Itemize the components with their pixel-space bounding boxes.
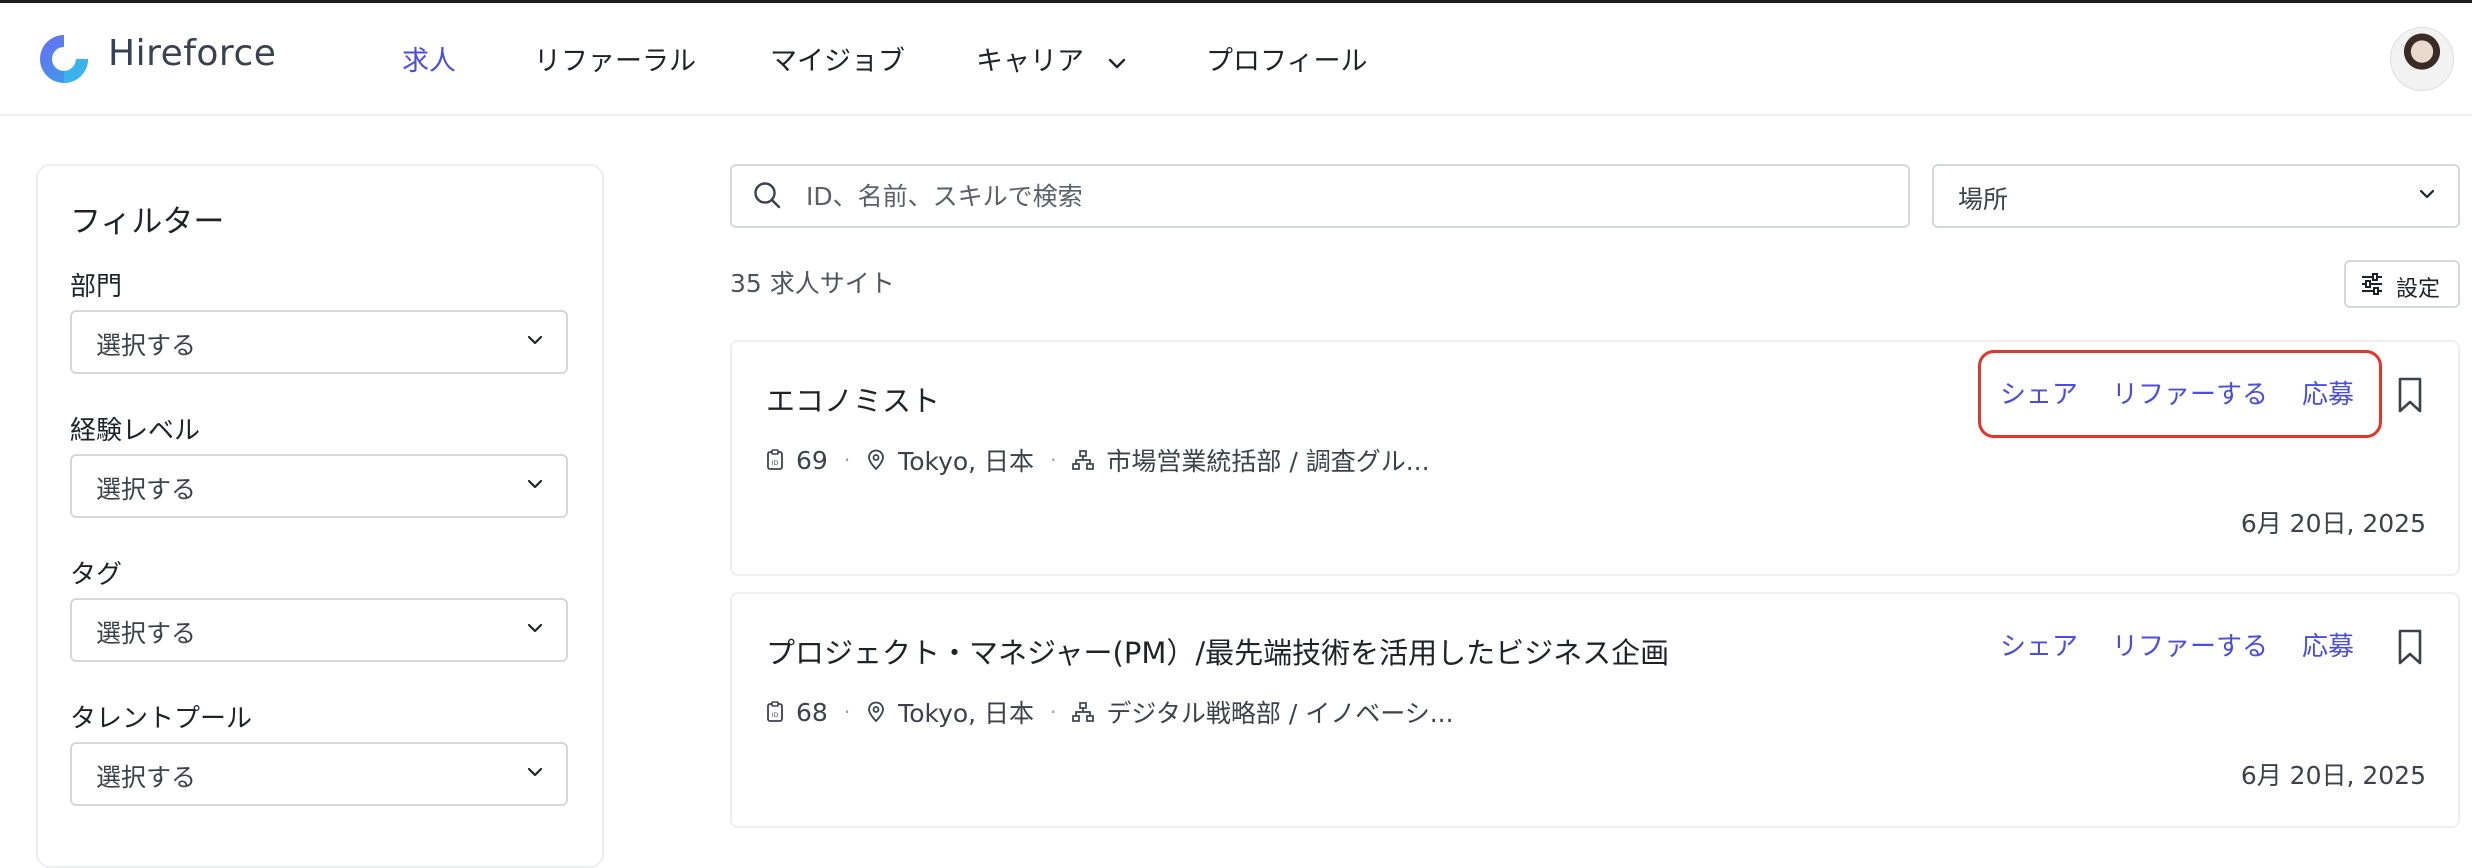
job-card[interactable]: エコノミスト ID 69 · Tokyo, 日本 · 市場営業統括部 / 調査グ… xyxy=(730,340,2460,576)
sliders-icon xyxy=(2362,273,2382,295)
location-select-value: 場所 xyxy=(1958,185,2009,214)
clipboard-id-icon: ID xyxy=(766,701,784,723)
chevron-down-icon xyxy=(527,767,543,777)
filter-label-talent-pool: タレントプール xyxy=(70,704,253,734)
job-location: Tokyo, 日本 xyxy=(898,699,1035,728)
nav-career-label: キャリア xyxy=(976,46,1084,77)
chevron-down-icon xyxy=(2419,189,2435,199)
apply-button[interactable]: 応募 xyxy=(2302,626,2354,670)
bookmark-icon[interactable] xyxy=(2396,376,2424,414)
nav-career[interactable]: キャリア xyxy=(976,39,1127,78)
clipboard-id-icon: ID xyxy=(766,449,784,471)
chevron-down-icon xyxy=(527,479,543,489)
talent-pool-select-value: 選択する xyxy=(96,763,197,792)
results-count: 35 求人サイト xyxy=(730,269,895,298)
settings-label: 設定 xyxy=(2396,277,2441,302)
hireforce-logo-icon xyxy=(40,35,88,83)
department-select-value: 選択する xyxy=(96,331,197,360)
job-meta: ID 68 · Tokyo, 日本 · デジタル戦略部 / イノベーシ... xyxy=(766,694,1454,730)
talent-pool-select[interactable]: 選択する xyxy=(70,742,568,806)
svg-text:ID: ID xyxy=(772,712,779,719)
share-button[interactable]: シェア xyxy=(2000,374,2078,418)
separator-dot: · xyxy=(843,700,851,724)
job-actions: シェア リファーする 応募 xyxy=(2000,374,2354,418)
separator-dot: · xyxy=(843,448,851,472)
job-posted-date: 6月 20日, 2025 xyxy=(2240,509,2426,538)
org-chart-icon xyxy=(1072,702,1095,722)
job-title[interactable]: エコノミスト xyxy=(766,378,940,420)
job-posted-date: 6月 20日, 2025 xyxy=(2240,761,2426,790)
nav-my-jobs[interactable]: マイジョブ xyxy=(770,39,905,78)
location-pin-icon xyxy=(866,701,886,723)
chevron-down-icon xyxy=(1108,58,1125,68)
bookmark-icon[interactable] xyxy=(2396,628,2424,666)
svg-text:ID: ID xyxy=(772,460,779,467)
share-button[interactable]: シェア xyxy=(2000,626,2078,670)
experience-level-select-value: 選択する xyxy=(96,475,197,504)
department-select[interactable]: 選択する xyxy=(70,310,568,374)
refer-button[interactable]: リファーする xyxy=(2112,626,2268,670)
job-department: デジタル戦略部 / イノベーシ... xyxy=(1106,699,1454,728)
user-avatar[interactable] xyxy=(2390,27,2454,91)
filter-title: フィルター xyxy=(70,204,225,240)
nav-profile[interactable]: プロフィール xyxy=(1206,39,1367,78)
job-card[interactable]: プロジェクト・マネジャー(PM）/最先端技術を活用したビジネス企画 ID 68 … xyxy=(730,592,2460,828)
location-pin-icon xyxy=(866,449,886,471)
refer-button[interactable]: リファーする xyxy=(2112,374,2268,418)
filter-sidebar: フィルター 部門 選択する 経験レベル 選択する タグ 選択する タレントプール… xyxy=(36,164,604,868)
job-department: 市場営業統括部 / 調査グル... xyxy=(1106,447,1430,476)
chevron-down-icon xyxy=(527,623,543,633)
tag-select[interactable]: 選択する xyxy=(70,598,568,662)
apply-button[interactable]: 応募 xyxy=(2302,374,2354,418)
top-navigation-bar: Hireforce 求人 リファーラル マイジョブ キャリア プロフィール xyxy=(0,3,2472,116)
filter-label-department: 部門 xyxy=(70,272,123,302)
tag-select-value: 選択する xyxy=(96,619,197,648)
job-location: Tokyo, 日本 xyxy=(898,447,1035,476)
experience-level-select[interactable]: 選択する xyxy=(70,454,568,518)
filter-label-experience-level: 経験レベル xyxy=(70,416,201,446)
chevron-down-icon xyxy=(527,335,543,345)
job-title[interactable]: プロジェクト・マネジャー(PM）/最先端技術を活用したビジネス企画 xyxy=(766,630,1669,672)
nav-referrals[interactable]: リファーラル xyxy=(534,39,696,78)
settings-button[interactable]: 設定 xyxy=(2344,260,2460,308)
filter-label-tag: タグ xyxy=(70,560,123,590)
job-actions: シェア リファーする 応募 xyxy=(2000,626,2354,670)
org-chart-icon xyxy=(1072,450,1095,470)
search-icon xyxy=(754,182,781,209)
search-input[interactable] xyxy=(804,176,1888,216)
search-box xyxy=(730,164,1910,228)
nav-jobs[interactable]: 求人 xyxy=(402,39,456,78)
separator-dot: · xyxy=(1050,448,1057,472)
location-select[interactable]: 場所 xyxy=(1932,164,2460,228)
brand-name[interactable]: Hireforce xyxy=(108,33,276,74)
job-id: 68 xyxy=(796,697,828,727)
job-id: 69 xyxy=(796,445,828,475)
job-meta: ID 69 · Tokyo, 日本 · 市場営業統括部 / 調査グル... xyxy=(766,442,1430,478)
separator-dot: · xyxy=(1050,700,1057,724)
